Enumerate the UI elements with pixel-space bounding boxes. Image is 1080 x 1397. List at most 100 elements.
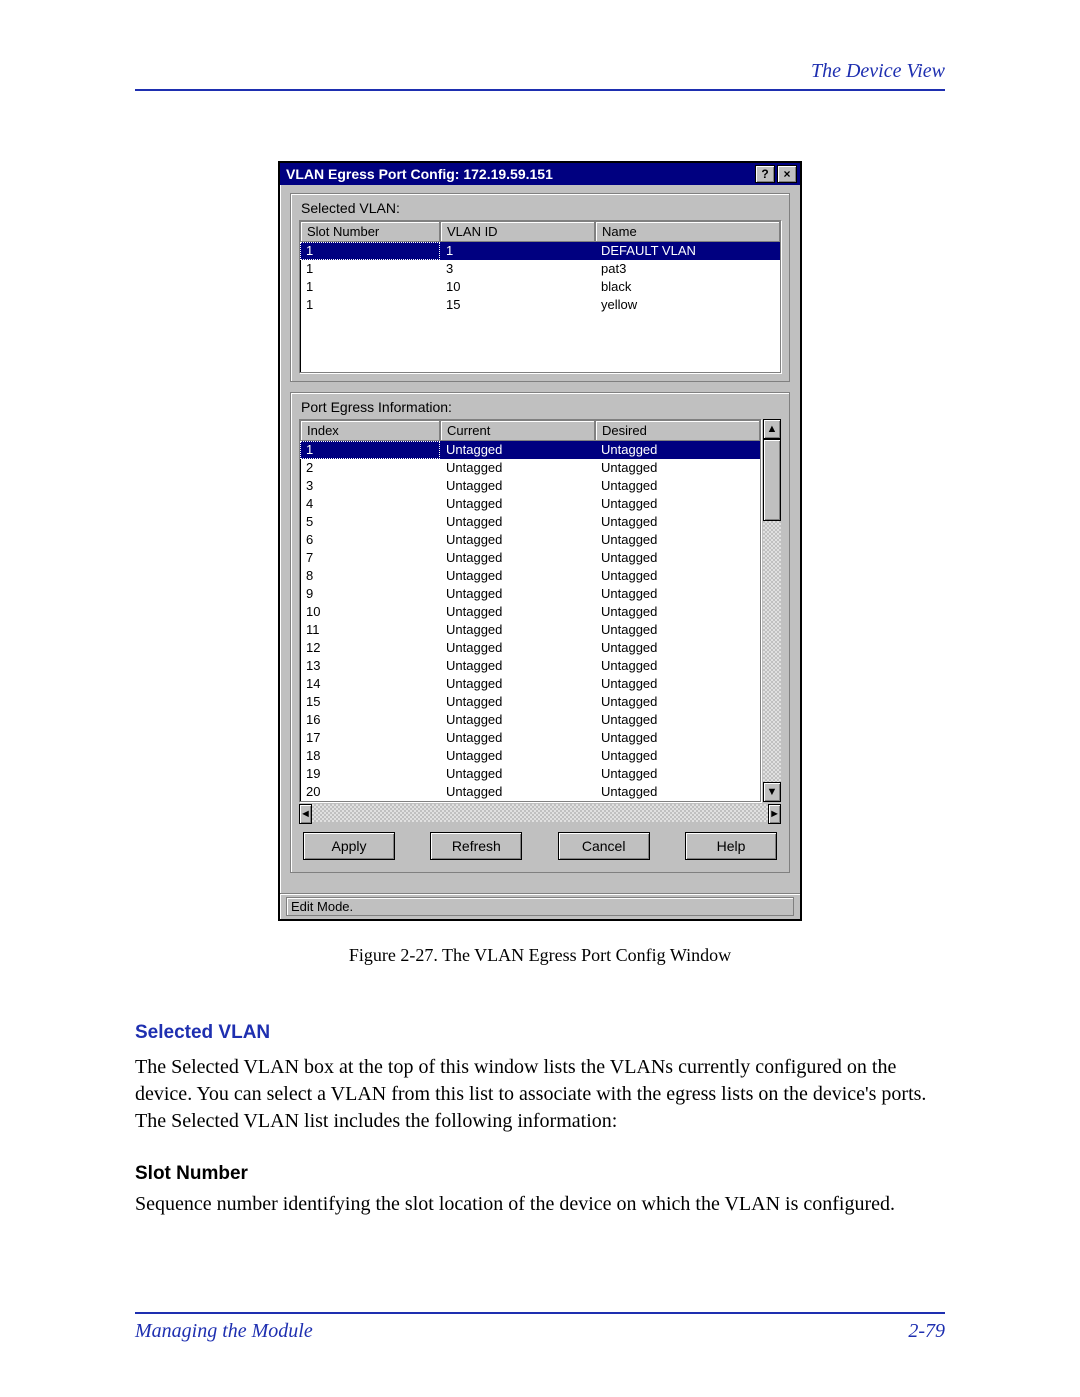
egress-cell-desired: Untagged	[595, 639, 760, 657]
egress-row[interactable]: 16UntaggedUntagged	[300, 711, 760, 729]
vlan-cell-name: yellow	[595, 296, 780, 314]
vlan-cell-name: black	[595, 278, 780, 296]
egress-row[interactable]: 12UntaggedUntagged	[300, 639, 760, 657]
selected-vlan-label: Selected VLAN:	[299, 200, 402, 216]
egress-cell-current: Untagged	[440, 783, 595, 801]
egress-col-current[interactable]: Current	[440, 420, 595, 441]
egress-cell-current: Untagged	[440, 531, 595, 549]
apply-button[interactable]: Apply	[303, 832, 395, 860]
egress-cell-index: 6	[300, 531, 440, 549]
egress-row[interactable]: 9UntaggedUntagged	[300, 585, 760, 603]
help-button[interactable]: Help	[685, 832, 777, 860]
vlan-cell-name: pat3	[595, 260, 780, 278]
egress-row[interactable]: 2UntaggedUntagged	[300, 459, 760, 477]
figure-caption: Figure 2-27. The VLAN Egress Port Config…	[135, 945, 945, 966]
title-bar[interactable]: VLAN Egress Port Config: 172.19.59.151 ?…	[280, 163, 800, 185]
vlan-cell-slot: 1	[300, 242, 440, 260]
egress-row[interactable]: 8UntaggedUntagged	[300, 567, 760, 585]
egress-row[interactable]: 18UntaggedUntagged	[300, 747, 760, 765]
help-icon[interactable]: ?	[755, 165, 775, 183]
vlan-listview[interactable]: Slot Number VLAN ID Name 11DEFAULT VLAN1…	[299, 220, 781, 373]
egress-row[interactable]: 11UntaggedUntagged	[300, 621, 760, 639]
egress-cell-index: 9	[300, 585, 440, 603]
egress-row[interactable]: 6UntaggedUntagged	[300, 531, 760, 549]
egress-cell-index: 8	[300, 567, 440, 585]
egress-cell-desired: Untagged	[595, 621, 760, 639]
scroll-thumb[interactable]	[763, 439, 781, 521]
egress-cell-desired: Untagged	[595, 567, 760, 585]
egress-cell-index: 18	[300, 747, 440, 765]
scroll-down-icon[interactable]: ▼	[763, 782, 781, 802]
egress-cell-desired: Untagged	[595, 459, 760, 477]
section-body-slot-number: Sequence number identifying the slot loc…	[135, 1191, 945, 1218]
footer-right: 2-79	[908, 1320, 945, 1343]
egress-cell-index: 15	[300, 693, 440, 711]
egress-cell-desired: Untagged	[595, 495, 760, 513]
close-icon[interactable]: ×	[777, 165, 797, 183]
footer-left: Managing the Module	[135, 1320, 313, 1343]
vlan-row[interactable]: 115yellow	[300, 296, 780, 314]
egress-cell-current: Untagged	[440, 747, 595, 765]
vlan-col-name[interactable]: Name	[595, 221, 780, 242]
egress-cell-current: Untagged	[440, 657, 595, 675]
egress-cell-desired: Untagged	[595, 729, 760, 747]
egress-cell-index: 11	[300, 621, 440, 639]
vertical-scrollbar[interactable]: ▲ ▼	[763, 419, 781, 802]
scroll-right-icon[interactable]: ►	[768, 804, 781, 824]
egress-col-desired[interactable]: Desired	[595, 420, 760, 441]
egress-cell-desired: Untagged	[595, 531, 760, 549]
page-header-section: The Device View	[135, 60, 945, 91]
egress-row[interactable]: 7UntaggedUntagged	[300, 549, 760, 567]
egress-row[interactable]: 14UntaggedUntagged	[300, 675, 760, 693]
egress-col-index[interactable]: Index	[300, 420, 440, 441]
egress-cell-current: Untagged	[440, 567, 595, 585]
egress-cell-index: 13	[300, 657, 440, 675]
vlan-cell-name: DEFAULT VLAN	[595, 242, 780, 260]
egress-cell-desired: Untagged	[595, 783, 760, 801]
egress-cell-current: Untagged	[440, 639, 595, 657]
scroll-left-icon[interactable]: ◄	[299, 804, 312, 824]
refresh-button[interactable]: Refresh	[430, 832, 522, 860]
vlan-row[interactable]: 11DEFAULT VLAN	[300, 242, 780, 260]
vlan-col-slot[interactable]: Slot Number	[300, 221, 440, 242]
horizontal-scrollbar[interactable]: ◄ ►	[299, 804, 781, 822]
cancel-button[interactable]: Cancel	[558, 832, 650, 860]
egress-cell-index: 14	[300, 675, 440, 693]
egress-cell-current: Untagged	[440, 729, 595, 747]
vlan-cell-slot: 1	[300, 260, 440, 278]
egress-cell-index: 16	[300, 711, 440, 729]
hscroll-track[interactable]	[312, 804, 768, 822]
egress-cell-current: Untagged	[440, 621, 595, 639]
egress-cell-current: Untagged	[440, 693, 595, 711]
egress-row[interactable]: 19UntaggedUntagged	[300, 765, 760, 783]
egress-listview[interactable]: Index Current Desired 1UntaggedUntagged2…	[299, 419, 761, 802]
egress-cell-desired: Untagged	[595, 585, 760, 603]
scroll-up-icon[interactable]: ▲	[763, 419, 781, 439]
egress-row[interactable]: 20UntaggedUntagged	[300, 783, 760, 801]
vlan-row[interactable]: 110black	[300, 278, 780, 296]
egress-row[interactable]: 3UntaggedUntagged	[300, 477, 760, 495]
vlan-col-vlanid[interactable]: VLAN ID	[440, 221, 595, 242]
egress-cell-current: Untagged	[440, 585, 595, 603]
window-title: VLAN Egress Port Config: 172.19.59.151	[286, 166, 553, 182]
egress-cell-index: 20	[300, 783, 440, 801]
egress-cell-index: 17	[300, 729, 440, 747]
egress-cell-desired: Untagged	[595, 513, 760, 531]
egress-row[interactable]: 10UntaggedUntagged	[300, 603, 760, 621]
vlan-cell-slot: 1	[300, 278, 440, 296]
section-heading-slot-number: Slot Number	[135, 1163, 945, 1185]
egress-row[interactable]: 13UntaggedUntagged	[300, 657, 760, 675]
egress-row[interactable]: 5UntaggedUntagged	[300, 513, 760, 531]
egress-cell-index: 19	[300, 765, 440, 783]
egress-row[interactable]: 1UntaggedUntagged	[300, 441, 760, 459]
dialog-window: VLAN Egress Port Config: 172.19.59.151 ?…	[278, 161, 802, 921]
egress-cell-desired: Untagged	[595, 477, 760, 495]
egress-row[interactable]: 17UntaggedUntagged	[300, 729, 760, 747]
egress-cell-desired: Untagged	[595, 711, 760, 729]
egress-row[interactable]: 4UntaggedUntagged	[300, 495, 760, 513]
egress-row[interactable]: 15UntaggedUntagged	[300, 693, 760, 711]
vlan-row[interactable]: 13pat3	[300, 260, 780, 278]
section-body-selected-vlan: The Selected VLAN box at the top of this…	[135, 1054, 945, 1135]
vlan-cell-id: 1	[440, 242, 595, 260]
scroll-track[interactable]	[763, 439, 781, 782]
